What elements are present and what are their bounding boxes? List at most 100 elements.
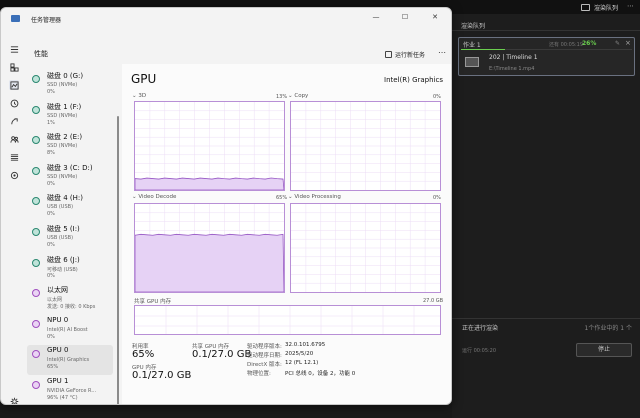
shared-memory-value: 0.1/27.0 GB <box>192 349 252 360</box>
device-usage: 0% <box>47 333 55 340</box>
device-status-dot-icon <box>32 75 40 83</box>
graph-video-processing <box>290 203 441 293</box>
startup-apps-icon[interactable] <box>9 116 19 126</box>
device-usage: 0% <box>47 211 55 218</box>
close-window-button[interactable]: ✕ <box>425 13 445 21</box>
users-icon[interactable] <box>9 134 19 144</box>
render-queue-toggle-button[interactable]: 渲染队列 <box>580 3 618 12</box>
device-type: 可移动 (USB) <box>47 266 78 273</box>
device-usage: 1% <box>47 119 55 126</box>
device-name: 磁盘 5 (I:) <box>47 225 80 233</box>
settings-gear-icon[interactable] <box>9 396 19 404</box>
device-item[interactable]: 磁盘 3 (C: D:) SSD (NVMe) 0% <box>27 162 113 192</box>
job-title: 作业 1 <box>463 42 481 49</box>
render-elapsed-time: 运行 00:05:20 <box>462 348 497 354</box>
driver-date-value: 2025/5/20 <box>285 351 314 357</box>
gpu-title: GPU <box>131 72 157 86</box>
background-more-icon[interactable]: ⋯ <box>627 2 634 10</box>
device-usage: 0% <box>47 272 55 279</box>
run-new-task-button[interactable]: 运行新任务 <box>385 50 425 59</box>
render-status-text: 正在进行渲染 <box>462 325 499 332</box>
job-percent: 26% <box>582 40 597 47</box>
device-usage: 0% <box>47 242 55 248</box>
gpu-model: Intel(R) Graphics <box>384 76 443 84</box>
minimize-button[interactable]: — <box>366 13 386 21</box>
job-progress-fill <box>461 49 506 50</box>
directx-version-value: 12 (FL 12.1) <box>285 360 319 366</box>
graph-plot <box>135 102 284 190</box>
device-usage: 发送: 0 接收: 0 Kbps <box>47 304 96 311</box>
job-remaining-time: 还有 00:05:19 <box>549 42 584 48</box>
graph-3d-label[interactable]: ⌄ 3D <box>132 93 146 99</box>
device-list-scrollbar[interactable] <box>117 116 119 404</box>
task-manager-titlebar[interactable]: 任务管理器 — ☐ ✕ <box>1 8 451 30</box>
graph-video-decode <box>134 203 285 293</box>
device-item[interactable]: 磁盘 5 (I:) USB (USB) 0% <box>27 223 113 253</box>
page-title: 性能 <box>34 50 48 58</box>
graph-video-decode-label[interactable]: ⌄ Video Decode <box>132 194 176 200</box>
device-item[interactable]: NPU 0 Intel(R) AI Boost 0% <box>27 315 113 345</box>
graph-usage-area <box>135 177 284 190</box>
stop-render-button[interactable]: 停止 <box>576 343 632 357</box>
run-new-task-label: 运行新任务 <box>395 52 426 59</box>
close-icon[interactable]: × <box>625 39 631 47</box>
device-item[interactable]: 磁盘 1 (F:) SSD (NVMe) 1% <box>27 101 113 131</box>
graph-copy-label[interactable]: ⌄ Copy <box>288 93 308 99</box>
physical-location-value: PCI 总线 0，设备 2，功能 0 <box>285 371 356 377</box>
device-item[interactable]: GPU 1 NVIDIA GeForce R... 96% (47 °C) <box>27 376 113 404</box>
device-item[interactable]: 磁盘 2 (E:) SSD (NVMe) 8% <box>27 131 113 161</box>
job-progress-bar <box>461 49 632 50</box>
device-item[interactable]: 以太网 以太网 发送: 0 接收: 0 Kbps <box>27 284 113 314</box>
edit-pencil-icon[interactable]: ✎ <box>615 40 620 47</box>
graph-video-decode-percent: 65% <box>276 195 288 201</box>
task-manager-logo-icon <box>11 15 20 22</box>
graph-3d-percent: 13% <box>276 94 288 100</box>
graph-video-processing-percent: 0% <box>433 195 441 201</box>
device-status-dot-icon <box>32 136 40 145</box>
device-name: 磁盘 4 (H:) <box>47 194 83 203</box>
run-task-icon <box>385 51 392 58</box>
details-icon[interactable] <box>9 152 19 162</box>
shared-memory-graph-max: 27.0 GB <box>423 298 444 304</box>
device-status-dot-icon <box>32 289 40 298</box>
device-type: Intel(R) AI Boost <box>47 326 88 333</box>
performance-icon[interactable] <box>9 80 19 90</box>
render-job-card[interactable]: 作业 1 还有 00:05:19 26% ✎ × 202 | Timeline … <box>458 37 635 76</box>
device-item[interactable]: 磁盘 6 (J:) 可移动 (USB) 0% <box>27 254 113 284</box>
render-queue-header: 渲染队列 <box>461 23 486 30</box>
gpu-detail-panel: GPU Intel(R) Graphics ⌄ 3D 13% ⌄ Copy 0%… <box>122 64 451 404</box>
graph-plot <box>291 102 440 190</box>
more-options-icon[interactable]: ⋯ <box>438 48 446 57</box>
device-item[interactable]: GPU 0 Intel(R) Graphics 65% <box>27 345 113 376</box>
device-status-dot-icon <box>32 228 40 236</box>
device-name: 磁盘 3 (C: D:) <box>47 163 93 172</box>
device-name: 磁盘 1 (F:) <box>47 102 82 111</box>
app-history-icon[interactable] <box>9 98 19 108</box>
shared-memory-grid <box>135 306 440 334</box>
graph-plot <box>291 204 440 292</box>
device-item[interactable]: 磁盘 0 (G:) SSD (NVMe) 0% <box>27 70 113 100</box>
driver-date-label: 驱动程序日期: <box>247 353 282 359</box>
driver-version-label: 驱动程序版本: <box>247 344 282 350</box>
device-type: Intel(R) Graphics <box>47 357 90 364</box>
device-status-dot-icon <box>32 105 40 114</box>
device-usage: 96% (47 °C) <box>47 395 78 401</box>
task-manager-window: 任务管理器 — ☐ ✕ 性能 运行新任务 ⋯ 磁盘 0 (G:) SSD (NV… <box>0 7 452 405</box>
graph-usage-area <box>135 233 284 292</box>
services-icon[interactable] <box>9 170 19 180</box>
task-manager-nav-rail <box>1 30 27 404</box>
device-item[interactable]: 磁盘 4 (H:) USB (USB) 0% <box>27 192 113 222</box>
graph-video-processing-label[interactable]: ⌄ Video Processing <box>288 194 341 200</box>
hamburger-menu-icon[interactable] <box>9 44 19 54</box>
device-usage: 0% <box>47 180 55 187</box>
device-type: SSD (NVMe) <box>47 143 78 150</box>
device-type: NVIDIA GeForce R... <box>47 388 97 394</box>
maximize-button[interactable]: ☐ <box>395 13 415 21</box>
device-name: 磁盘 0 (G:) <box>47 72 84 80</box>
processes-icon[interactable] <box>9 62 19 72</box>
device-status-dot-icon <box>32 258 40 267</box>
device-status-dot-icon <box>32 197 40 206</box>
utilization-value: 65% <box>132 349 155 360</box>
gpu-memory-value: 0.1/27.0 GB <box>132 370 192 381</box>
device-name: 磁盘 6 (J:) <box>47 255 80 264</box>
